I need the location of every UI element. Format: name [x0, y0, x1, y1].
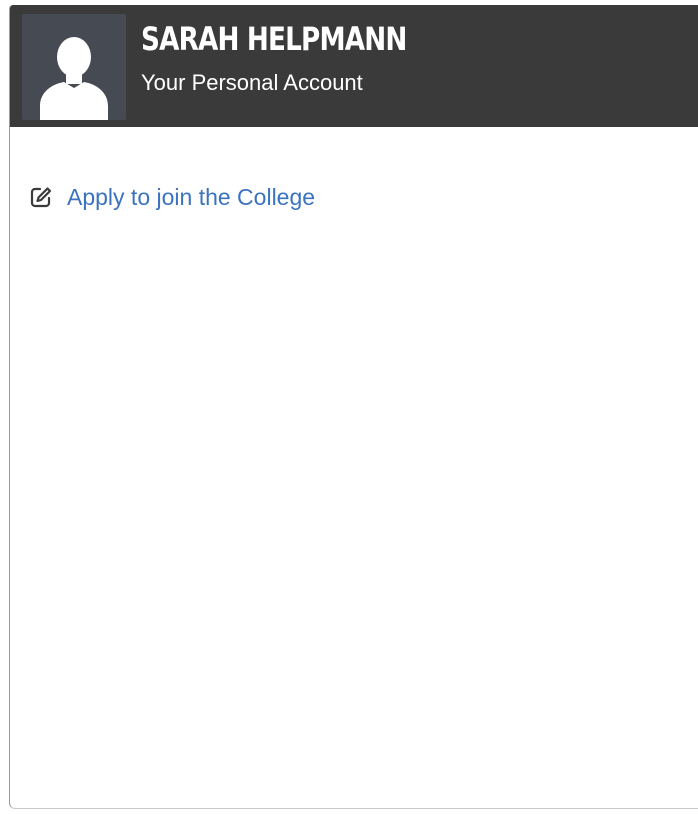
- user-name: SARAH HELPMANN: [141, 20, 407, 58]
- profile-header: SARAH HELPMANN Your Personal Account: [10, 5, 698, 127]
- avatar: [22, 14, 126, 120]
- apply-to-college-link[interactable]: Apply to join the College: [30, 181, 315, 213]
- user-silhouette-icon: [40, 37, 108, 120]
- apply-link-label: Apply to join the College: [67, 183, 316, 210]
- account-panel: SARAH HELPMANN Your Personal Account App…: [9, 5, 698, 809]
- edit-icon: [30, 186, 52, 208]
- account-subtitle: Your Personal Account: [141, 70, 363, 95]
